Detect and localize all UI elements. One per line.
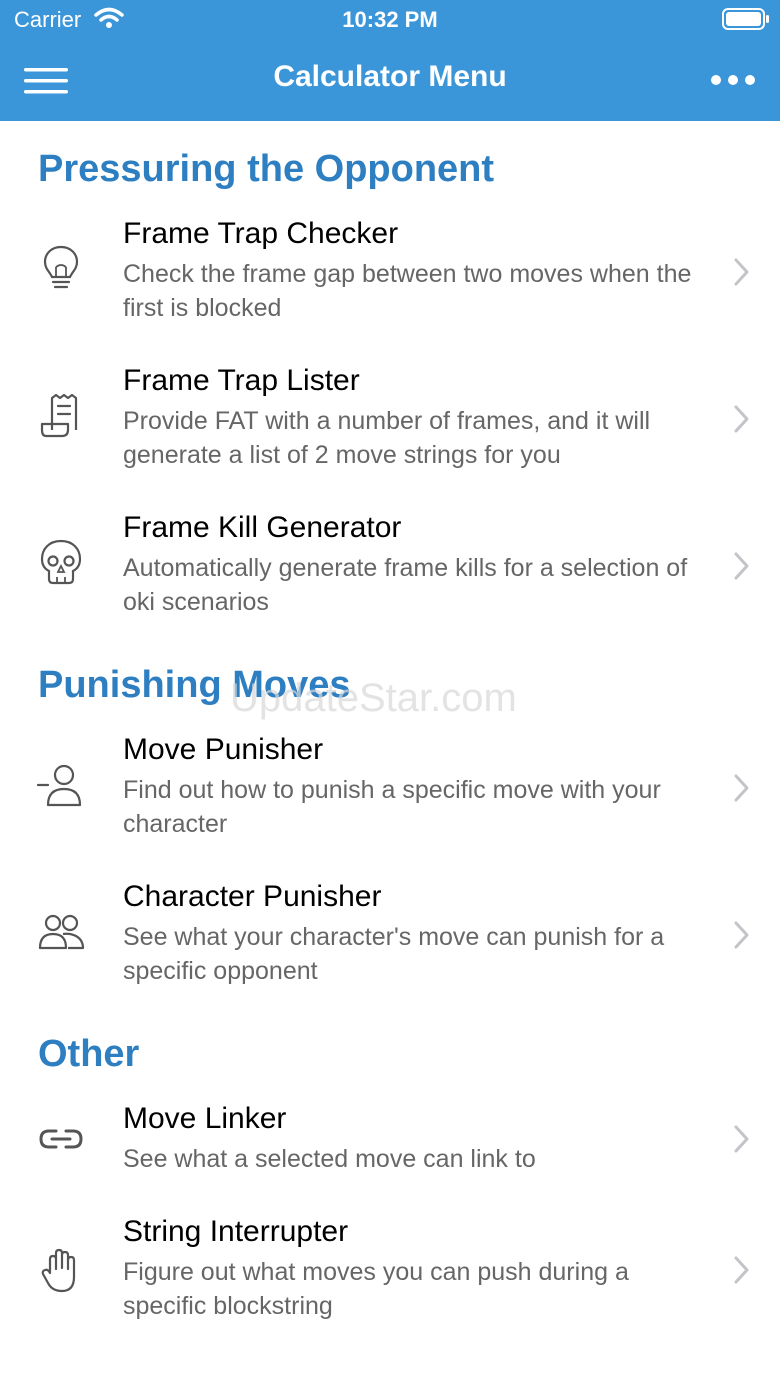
chevron-right-icon: [734, 405, 749, 433]
menu-item-title: Frame Trap Checker: [123, 217, 399, 250]
menu-item-title: Move Punisher: [123, 733, 324, 766]
chevron-right-icon: [734, 1256, 749, 1284]
menu-item-subtitle: See what your character's move can punis…: [123, 923, 665, 985]
users-icon: [38, 914, 85, 950]
menu-item-title: String Interrupter: [123, 1215, 349, 1248]
user-minus-icon: [36, 764, 82, 807]
menu-item-frame-kill-generator[interactable]: Frame Kill Generator Automatically gener…: [0, 511, 780, 631]
chevron-right-icon: [734, 1125, 749, 1153]
menu-item-subtitle: Find out how to punish a specific move w…: [123, 776, 661, 838]
page-title: Calculator Menu: [273, 60, 507, 93]
menu-item-subtitle: Figure out what moves you can push durin…: [123, 1258, 629, 1320]
menu-item-title: Character Punisher: [123, 880, 382, 913]
chevron-right-icon: [734, 921, 749, 949]
menu-item-subtitle: Check the frame gap between two moves wh…: [123, 260, 692, 322]
chevron-right-icon: [734, 774, 749, 802]
section-title-other: Other: [38, 1033, 140, 1075]
link-icon: [39, 1129, 83, 1149]
receipt-list-icon: [40, 393, 78, 438]
menu-item-subtitle: Provide FAT with a number of frames, and…: [123, 407, 651, 469]
status-time: 10:32 PM: [342, 7, 438, 32]
header: Carrier 10:32 PM Calculator Menu: [0, 0, 780, 121]
menu-item-title: Frame Kill Generator: [123, 511, 402, 544]
menu-item-subtitle: Automatically generate frame kills for a…: [123, 554, 688, 616]
menu-item-move-linker[interactable]: Move Linker See what a selected move can…: [0, 1102, 780, 1192]
menu-item-character-punisher[interactable]: Character Punisher See what your charact…: [0, 880, 780, 1000]
menu-item-title: Frame Trap Lister: [123, 364, 360, 397]
battery-icon: [722, 8, 769, 30]
menu-item-frame-trap-checker[interactable]: Frame Trap Checker Check the frame gap b…: [0, 217, 780, 337]
lightbulb-icon: [43, 245, 79, 289]
menu-item-title: Move Linker: [123, 1102, 287, 1135]
menu-item-subtitle: See what a selected move can link to: [123, 1145, 536, 1173]
menu-item-move-punisher[interactable]: Move Punisher Find out how to punish a s…: [0, 733, 780, 853]
chevron-right-icon: [734, 552, 749, 580]
chevron-right-icon: [734, 258, 749, 286]
skull-icon: [40, 539, 82, 585]
watermark: UpdateStar.com: [230, 676, 517, 720]
more-dots-icon[interactable]: [710, 70, 756, 90]
hand-icon: [41, 1248, 76, 1293]
menu-item-string-interrupter[interactable]: String Interrupter Figure out what moves…: [0, 1215, 780, 1335]
section-title-pressuring: Pressuring the Opponent: [38, 148, 495, 190]
menu-item-frame-trap-lister[interactable]: Frame Trap Lister Provide FAT with a num…: [0, 364, 780, 484]
